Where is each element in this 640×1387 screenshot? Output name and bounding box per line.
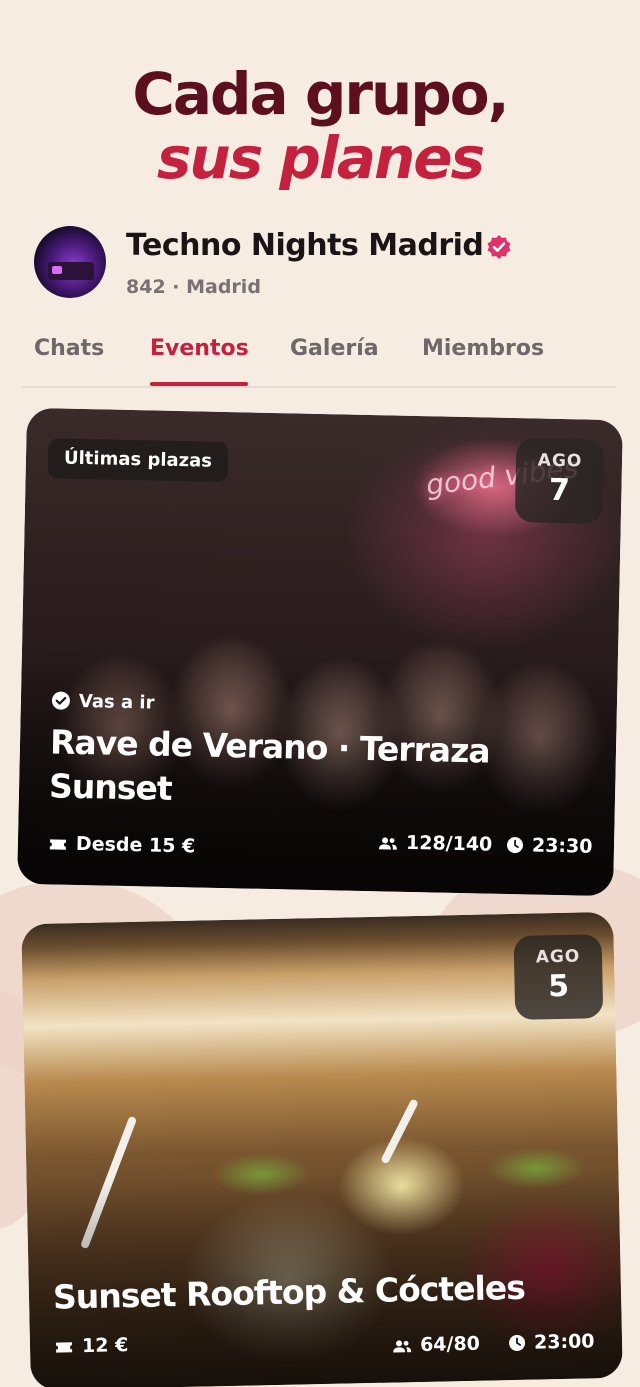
people-icon — [378, 837, 397, 850]
time-label: 23:30 — [531, 834, 593, 858]
event-time: 23:00 — [508, 1330, 595, 1354]
date-badge: AGO 5 — [513, 934, 604, 1020]
group-name: Techno Nights Madrid — [126, 228, 484, 263]
tab-galeria[interactable]: Galería — [290, 336, 379, 361]
attending-label: Vas a ir — [78, 690, 155, 714]
dj-light-shape — [52, 266, 62, 274]
attending-status: Vas a ir — [51, 690, 155, 714]
tab-chats[interactable]: Chats — [34, 336, 104, 361]
event-attendees: 64/80 — [392, 1333, 480, 1357]
price-label: Desde 15 € — [75, 832, 196, 858]
check-circle-icon — [51, 691, 70, 710]
verified-badge-icon — [487, 235, 511, 259]
headline-line-2: sus planes — [156, 124, 485, 192]
time-label: 23:00 — [533, 1330, 595, 1354]
event-title: Rave de Verano · Terraza Sunset — [49, 720, 591, 819]
event-attendees: 128/140 — [378, 831, 493, 856]
clock-icon — [506, 837, 523, 854]
event-card[interactable]: AGO 5 Sunset Rooftop & Cócteles 12 € 64/… — [21, 911, 623, 1387]
people-icon — [393, 1340, 412, 1353]
group-meta: 842 · Madrid — [126, 276, 261, 298]
date-month: AGO — [537, 450, 583, 472]
headline-line-1: Cada grupo, — [132, 60, 509, 128]
clock-icon — [509, 1334, 526, 1351]
event-price: Desde 15 € — [48, 832, 196, 858]
event-price: 12 € — [54, 1334, 129, 1358]
date-day: 5 — [547, 968, 570, 1005]
date-day: 7 — [548, 472, 571, 509]
event-card[interactable]: good vibes Últimas plazas AGO 7 Vas a ir… — [17, 407, 623, 897]
app-screen: Cada grupo, sus planes Techno Nights Mad… — [0, 0, 640, 1387]
tab-miembros[interactable]: Miembros — [422, 336, 544, 361]
event-time: 23:30 — [506, 834, 593, 858]
tab-eventos[interactable]: Eventos — [150, 336, 249, 361]
page-headline: Cada grupo, sus planes — [0, 62, 640, 190]
ticket-icon — [49, 839, 67, 850]
attendees-count: 64/80 — [419, 1332, 481, 1356]
group-header[interactable]: Techno Nights Madrid 842 · Madrid — [34, 226, 614, 302]
attendees-count: 128/140 — [405, 831, 493, 856]
active-tab-indicator — [150, 382, 248, 386]
group-avatar[interactable] — [34, 226, 106, 298]
last-spots-badge: Últimas plazas — [47, 438, 229, 483]
date-month: AGO — [535, 946, 581, 968]
date-badge: AGO 7 — [514, 438, 605, 524]
ticket-icon — [55, 1342, 73, 1353]
group-tabs: Chats Eventos Galería Miembros — [22, 332, 616, 388]
price-label: 12 € — [81, 1334, 129, 1358]
